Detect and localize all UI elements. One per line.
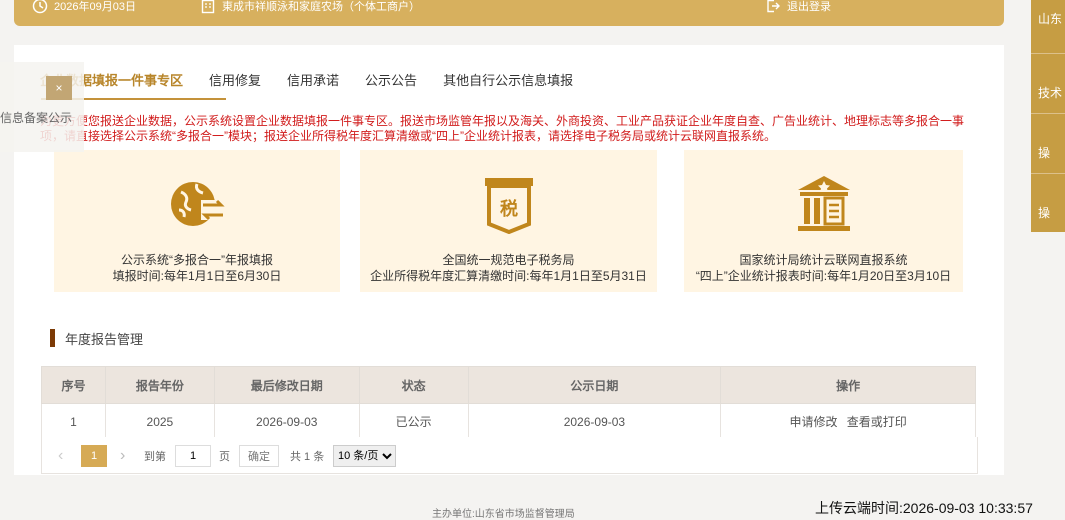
feature-time: “四上”企业统计报表时间:每年1月20日至3月10日 — [695, 269, 952, 283]
next-page-icon[interactable]: › — [120, 445, 125, 467]
cell-year: 2025 — [104, 403, 215, 440]
logout-label: 退出登录 — [787, 1, 831, 13]
page-item: 1 — [81, 445, 107, 467]
section-annual-report: 年度报告管理 — [50, 329, 143, 347]
feature-time: 填报时间:每年1月1日至6月30日 — [112, 269, 282, 283]
government-building-icon — [797, 176, 850, 231]
feature-statistics[interactable]: 国家统计局统计云联网直报系统 “四上”企业统计报表时间:每年1月20日至3月10… — [684, 150, 963, 292]
globe-exchange-icon — [171, 182, 225, 226]
top-bar: 2026年09月03日 東成市祥顺泳和家庭农场（个体工商户） 退出登录 — [14, 0, 1004, 26]
floating-close-button[interactable]: × — [46, 76, 72, 100]
col-modified: 最后修改日期 — [213, 366, 360, 404]
annual-report-table: 序号 报告年份 最后修改日期 状态 公示日期 操作 1 2025 2026-09… — [41, 366, 976, 440]
col-year: 报告年份 — [104, 366, 215, 404]
page-number-current[interactable]: 1 — [81, 445, 107, 467]
total-count: 共 1 条 — [290, 451, 325, 463]
tab-announcements[interactable]: 公示公告 — [365, 70, 417, 89]
right-rail: 山东 技术 操 操 — [1031, 0, 1065, 232]
confirm-wrapper: 确定 — [239, 445, 279, 467]
date-text: 2026年09月03日 — [54, 1, 136, 13]
tab-credit-commitment[interactable]: 信用承诺 — [287, 70, 339, 89]
goto-wrapper — [175, 445, 211, 467]
notice-text: 为更方便您报送企业数据，公示系统设置企业数据填报一件事专区。报送市场监管年报以及… — [40, 114, 965, 143]
building-icon — [201, 0, 215, 14]
logout-icon — [767, 0, 780, 13]
feature-title: 公示系统“多报合一”年报填报 — [121, 253, 273, 267]
page-size-select[interactable]: 10 条/页 — [333, 445, 396, 467]
rail-item-shandong[interactable]: 山东 — [1031, 0, 1065, 54]
date-display: 2026年09月03日 — [32, 0, 136, 14]
apply-modify-link[interactable]: 申请修改 — [789, 415, 837, 429]
col-index: 序号 — [41, 366, 106, 404]
table-header-row: 序号 报告年份 最后修改日期 状态 公示日期 操作 — [41, 366, 976, 404]
feature-time: 企业所得税年度汇算清缴时间:每年1月1日至5月31日 — [370, 269, 647, 283]
tax-banner-icon: 税 — [484, 178, 533, 234]
tab-credit-repair[interactable]: 信用修复 — [209, 70, 261, 89]
cell-index: 1 — [41, 403, 106, 440]
business-name-text: 東成市祥顺泳和家庭农场（个体工商户） — [222, 1, 420, 13]
prev-page-icon[interactable]: ‹ — [58, 445, 63, 467]
business-name-display: 東成市祥顺泳和家庭农场（个体工商户） — [200, 0, 420, 14]
section-title-text: 年度报告管理 — [65, 331, 144, 347]
pagination: ‹ 1 › 到第 页 确定 共 1 条 10 条/页 — [41, 437, 978, 474]
feature-e-tax[interactable]: 税 全国统一规范电子税务局 企业所得税年度汇算清缴时间:每年1月1日至5月31日 — [360, 150, 657, 292]
upload-time-text: 上传云端时间:2026-09-03 10:33:57 — [815, 500, 1033, 516]
col-status: 状态 — [358, 366, 469, 404]
clock-icon — [32, 0, 48, 14]
tab-bar: 企业数据填报一件事专区 信用修复 信用承诺 公示公告 其他自行公示信息填报 — [40, 70, 599, 100]
col-published: 公示日期 — [467, 366, 722, 404]
cell-status: 已公示 — [358, 403, 469, 440]
view-print-link[interactable]: 查看或打印 — [847, 415, 907, 429]
rail-item-op-1[interactable]: 操 — [1031, 114, 1065, 174]
footer-organizer: 主办单位:山东省市场监督管理局 — [432, 509, 575, 520]
goto-label: 到第 — [144, 451, 166, 463]
cell-actions: 申请修改 查看或打印 — [720, 403, 976, 440]
cell-published: 2026-09-03 — [467, 403, 722, 440]
goto-page-input[interactable] — [175, 445, 211, 467]
section-marker — [50, 329, 55, 347]
feature-title: 全国统一规范电子税务局 — [442, 253, 575, 267]
logout-button[interactable]: 退出登录 — [765, 0, 831, 14]
tab-other-disclosure[interactable]: 其他自行公示信息填报 — [443, 70, 573, 89]
col-actions: 操作 — [720, 366, 976, 404]
cell-modified: 2026-09-03 — [213, 403, 360, 440]
svg-text:税: 税 — [500, 198, 518, 220]
page-unit: 页 — [219, 451, 230, 463]
feature-title: 国家统计局统计云联网直报系统 — [739, 253, 908, 267]
page-size-wrapper: 10 条/页 — [333, 445, 396, 467]
confirm-button[interactable]: 确定 — [239, 445, 279, 467]
rail-item-tech[interactable]: 技术 — [1031, 54, 1065, 114]
feature-multi-report[interactable]: 公示系统“多报合一”年报填报 填报时间:每年1月1日至6月30日 — [54, 150, 340, 292]
floating-text[interactable]: 信息备案公示 — [0, 109, 72, 126]
rail-item-op-2[interactable]: 操 — [1031, 174, 1065, 232]
table-row: 1 2025 2026-09-03 已公示 2026-09-03 申请修改 查看… — [41, 403, 976, 440]
